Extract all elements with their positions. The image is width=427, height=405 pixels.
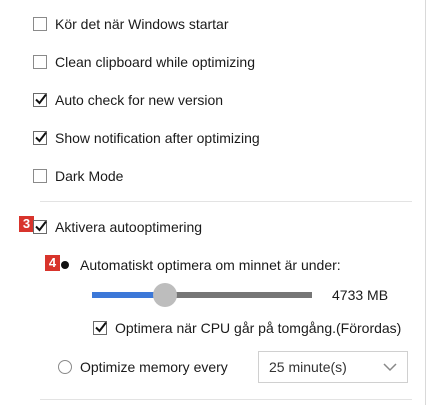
section-divider xyxy=(40,201,412,202)
dark-mode-checkbox[interactable] xyxy=(33,169,47,183)
interval-dropdown[interactable]: 25 minute(s) xyxy=(258,351,408,383)
show-notification-checkbox[interactable] xyxy=(33,131,47,145)
auto-optimize-checkbox[interactable] xyxy=(33,220,47,234)
dark-mode-option[interactable]: Dark Mode xyxy=(33,166,123,186)
checkmark-icon xyxy=(35,93,47,105)
interval-label: Optimize memory every xyxy=(80,359,228,375)
show-notification-label: Show notification after optimizing xyxy=(55,130,260,146)
memory-threshold-radio[interactable] xyxy=(58,258,72,272)
checkmark-icon xyxy=(35,220,47,232)
clean-clipboard-label: Clean clipboard while optimizing xyxy=(55,54,255,70)
start-with-windows-label: Kör det när Windows startar xyxy=(55,16,229,32)
memory-threshold-option[interactable]: Automatiskt optimera om minnet är under: xyxy=(58,255,341,275)
cpu-idle-checkbox[interactable] xyxy=(93,321,107,335)
checkmark-icon xyxy=(95,321,107,333)
interval-dropdown-value: 25 minute(s) xyxy=(269,359,347,375)
step-badge-3: 3 xyxy=(19,216,34,232)
auto-optimize-option[interactable]: Aktivera autooptimering xyxy=(33,217,202,237)
bottom-divider xyxy=(40,399,412,400)
settings-panel: Kör det när Windows startar Clean clipbo… xyxy=(0,0,426,405)
clean-clipboard-checkbox[interactable] xyxy=(33,55,47,69)
chevron-down-icon xyxy=(383,363,397,372)
start-with-windows-option[interactable]: Kör det när Windows startar xyxy=(33,14,229,34)
start-with-windows-checkbox[interactable] xyxy=(33,17,47,31)
show-notification-option[interactable]: Show notification after optimizing xyxy=(33,128,260,148)
memory-threshold-value: 4733 MB xyxy=(332,287,389,303)
cpu-idle-option[interactable]: Optimera när CPU går på tomgång.(Förorda… xyxy=(93,318,401,338)
auto-optimize-label: Aktivera autooptimering xyxy=(55,219,203,235)
interval-radio[interactable] xyxy=(58,360,72,374)
memory-threshold-label: Automatiskt optimera om minnet är under: xyxy=(80,257,341,273)
memory-threshold-slider[interactable] xyxy=(92,283,312,307)
auto-check-version-option[interactable]: Auto check for new version xyxy=(33,90,223,110)
interval-option[interactable]: Optimize memory every xyxy=(58,357,228,377)
clean-clipboard-option[interactable]: Clean clipboard while optimizing xyxy=(33,52,255,72)
cpu-idle-label: Optimera när CPU går på tomgång.(Förorda… xyxy=(115,320,402,336)
dark-mode-label: Dark Mode xyxy=(55,168,124,184)
checkmark-icon xyxy=(35,131,47,143)
auto-check-version-checkbox[interactable] xyxy=(33,93,47,107)
auto-check-version-label: Auto check for new version xyxy=(55,92,224,108)
slider-thumb[interactable] xyxy=(152,283,177,307)
